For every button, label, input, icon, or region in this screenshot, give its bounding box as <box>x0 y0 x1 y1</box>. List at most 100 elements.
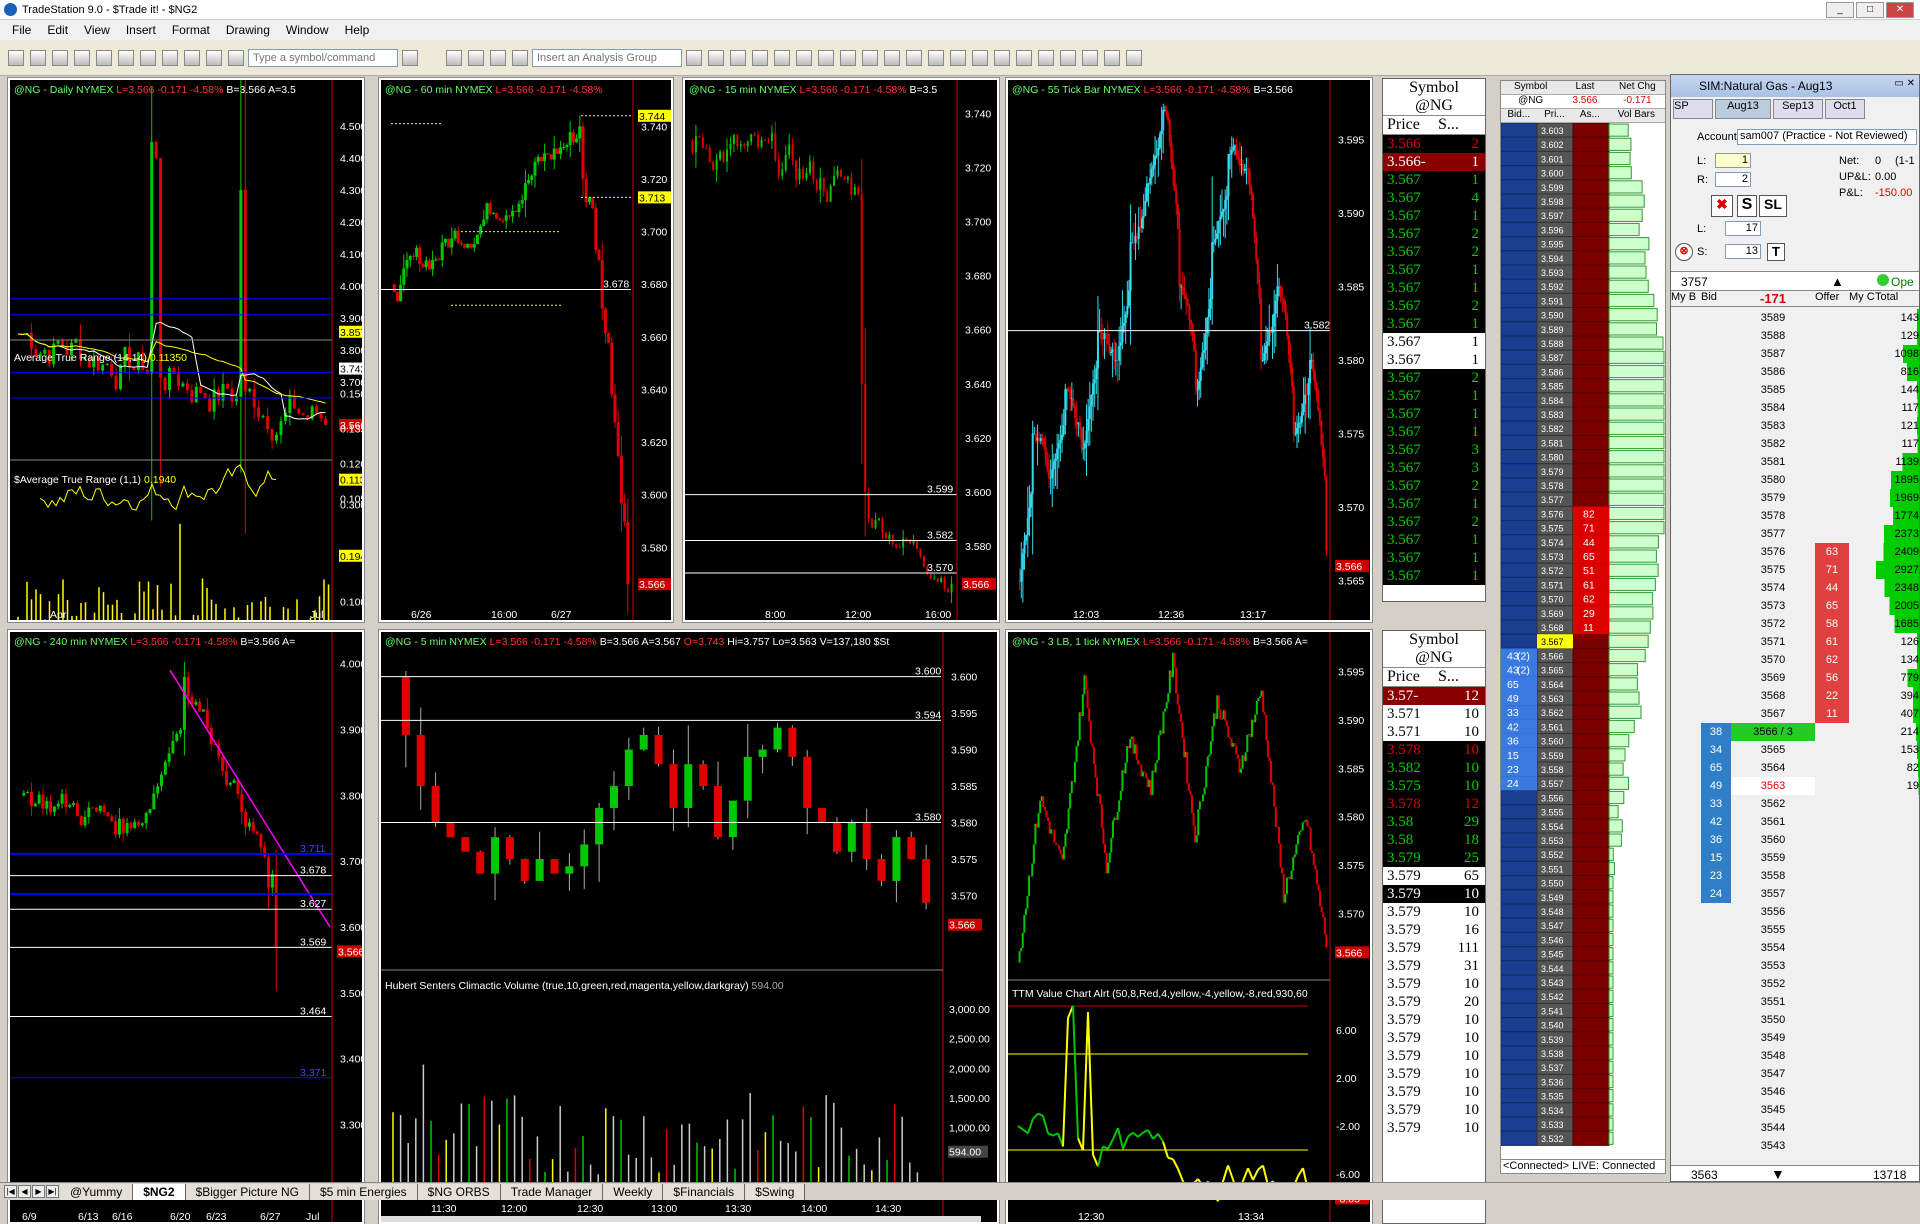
chart-icon[interactable] <box>490 49 506 66</box>
maximize-button[interactable]: □ <box>1856 2 1884 18</box>
link-icon[interactable] <box>206 49 222 66</box>
fib-icon[interactable] <box>1016 49 1032 66</box>
open-icon[interactable] <box>30 49 46 66</box>
save-all-icon[interactable] <box>74 49 90 66</box>
arrow-up-icon[interactable] <box>1038 49 1054 66</box>
menu-help[interactable]: Help <box>337 23 378 37</box>
dom-row[interactable]: 24 3557 <box>1671 885 1919 903</box>
menu-insert[interactable]: Insert <box>118 23 164 37</box>
save-icon[interactable] <box>52 49 68 66</box>
copy-icon[interactable] <box>730 49 746 66</box>
r-quantity-input[interactable]: 2 <box>1715 172 1751 187</box>
tab-5min-energies[interactable]: $5 min Energies <box>309 1183 418 1200</box>
search-icon[interactable] <box>402 49 418 66</box>
tools-icon[interactable] <box>928 49 944 66</box>
tab-bigger-picture-ng[interactable]: $Bigger Picture NG <box>185 1183 310 1200</box>
zoom-in-icon[interactable] <box>862 49 878 66</box>
dom-row[interactable]: 3554 <box>1671 939 1919 957</box>
time-sales-ladder-1[interactable]: Symbol @NG Price S... 3.566 2 3.566- 1 3.567 1 3… <box>1382 78 1486 602</box>
sim-tab-aug[interactable]: Aug13 <box>1715 99 1771 119</box>
dom-row[interactable]: 3579 1969 <box>1671 489 1919 507</box>
dom-row[interactable]: 3572 58 1685 <box>1671 615 1919 633</box>
stop-button[interactable]: S <box>1737 195 1757 217</box>
tab-yummy[interactable]: @Yummy <box>60 1183 134 1200</box>
dom-row[interactable]: 3586 816 <box>1671 363 1919 381</box>
strategy-icon[interactable] <box>708 49 724 66</box>
dom-row[interactable]: 3573 65 2005 <box>1671 597 1919 615</box>
sim-window-buttons[interactable]: ▭ ✕ <box>1894 78 1915 89</box>
new-icon[interactable] <box>8 49 24 66</box>
tab-first-icon[interactable]: |◀ <box>4 1185 17 1198</box>
tab-ng2[interactable]: $NG2 <box>133 1183 186 1200</box>
tab-next-icon[interactable]: ▶ <box>32 1185 45 1198</box>
horizontal-line-icon[interactable] <box>972 49 988 66</box>
dom-row[interactable]: 3584 117 <box>1671 399 1919 417</box>
l2-input[interactable]: 17 <box>1725 221 1761 236</box>
dom-row[interactable]: 65 3564 82 <box>1671 759 1919 777</box>
dom-row[interactable]: 3549 <box>1671 1029 1919 1047</box>
pointer-icon[interactable] <box>906 49 922 66</box>
dom-row[interactable]: 49 3563 19 <box>1671 777 1919 795</box>
dom-row[interactable]: 3550 <box>1671 1011 1919 1029</box>
dom-row[interactable]: 3589 143 <box>1671 309 1919 327</box>
dom-row[interactable]: 3544 <box>1671 1119 1919 1137</box>
dom-row[interactable]: 42 3561 <box>1671 813 1919 831</box>
chart-15min[interactable]: @NG - 15 min NYMEX L=3.566 -0.171 -4.58%… <box>682 77 1000 623</box>
s2-input[interactable]: 13 <box>1725 244 1761 259</box>
dom-row[interactable]: 3551 <box>1671 993 1919 1011</box>
folder-icon[interactable] <box>96 49 112 66</box>
dom-row[interactable]: 3581 1139 <box>1671 453 1919 471</box>
chart-5min[interactable]: @NG - 5 min NYMEX L=3.566 -0.171 -4.58% … <box>378 629 1000 1224</box>
dom-row[interactable]: 3576 63 2409 <box>1671 543 1919 561</box>
flatten-icon[interactable]: ✖ <box>1711 195 1733 217</box>
scroll-up-icon[interactable]: ▲ <box>1831 274 1844 289</box>
tab-weekly[interactable]: Weekly <box>603 1183 664 1200</box>
menu-edit[interactable]: Edit <box>39 23 76 37</box>
text-icon[interactable] <box>1126 49 1142 66</box>
dom-row[interactable]: 3575 71 2927 <box>1671 561 1919 579</box>
sim-tab-sep[interactable]: Sep13 <box>1773 99 1823 119</box>
menu-format[interactable]: Format <box>164 23 218 37</box>
chart-3lb[interactable]: @NG - 3 LB, 1 tick NYMEX L=3.566 -0.171 … <box>1005 629 1373 1224</box>
dom-row[interactable]: 3585 144 <box>1671 381 1919 399</box>
dom-row[interactable]: 3580 1895 <box>1671 471 1919 489</box>
zoom-out-icon[interactable] <box>884 49 900 66</box>
dom-row[interactable]: 3578 1774 <box>1671 507 1919 525</box>
chart-daily[interactable]: @NG - Daily NYMEX L=3.566 -0.171 -4.58% … <box>7 77 365 623</box>
dom-row[interactable]: 3577 2373 <box>1671 525 1919 543</box>
menu-window[interactable]: Window <box>278 23 337 37</box>
bar-chart-icon[interactable] <box>774 49 790 66</box>
time-sales-ladder-2[interactable]: Symbol @NG Price S... 3.57- 12 3.571 10 3.571 1… <box>1382 630 1486 1224</box>
dom-row[interactable]: 23 3558 <box>1671 867 1919 885</box>
chart-60min[interactable]: @NG - 60 min NYMEX L=3.566 -0.171 -4.58%… <box>378 77 674 623</box>
dom-row[interactable]: 3568 22 394 <box>1671 687 1919 705</box>
l-quantity-input[interactable]: 1 <box>1715 153 1751 168</box>
rectangle-icon[interactable] <box>1104 49 1120 66</box>
dom-row[interactable]: 36 3560 <box>1671 831 1919 849</box>
symbol-command-input[interactable] <box>248 48 398 67</box>
dom-row[interactable]: 3548 <box>1671 1047 1919 1065</box>
dom-row[interactable]: 3552 <box>1671 975 1919 993</box>
dom-row[interactable]: 3571 61 126 <box>1671 633 1919 651</box>
trendline-icon[interactable] <box>950 49 966 66</box>
menu-drawing[interactable]: Drawing <box>218 23 278 37</box>
vertical-line-icon[interactable] <box>994 49 1010 66</box>
dom-row[interactable]: 3567 11 407 <box>1671 705 1919 723</box>
chart-55tick[interactable]: @NG - 55 Tick Bar NYMEX L=3.566 -0.171 -… <box>1005 77 1373 623</box>
tab-trade-manager[interactable]: Trade Manager <box>500 1183 604 1200</box>
tab-last-icon[interactable]: ▶| <box>46 1185 59 1198</box>
dom-row[interactable]: 3556 <box>1671 903 1919 921</box>
minimize-button[interactable]: _ <box>1826 2 1854 18</box>
print-icon[interactable] <box>118 49 134 66</box>
dom-row[interactable]: 3582 117 <box>1671 435 1919 453</box>
dom-row[interactable]: 3547 <box>1671 1065 1919 1083</box>
paste-icon[interactable] <box>752 49 768 66</box>
lock-icon[interactable] <box>184 49 200 66</box>
table-icon[interactable] <box>468 49 484 66</box>
tab-ng-orbs[interactable]: $NG ORBS <box>417 1183 501 1200</box>
analysis-icon[interactable] <box>686 49 702 66</box>
dom-row[interactable]: 15 3559 <box>1671 849 1919 867</box>
candles-icon[interactable] <box>796 49 812 66</box>
dom-row[interactable]: 3574 44 2348 <box>1671 579 1919 597</box>
tab-financials[interactable]: $Financials <box>663 1183 746 1200</box>
